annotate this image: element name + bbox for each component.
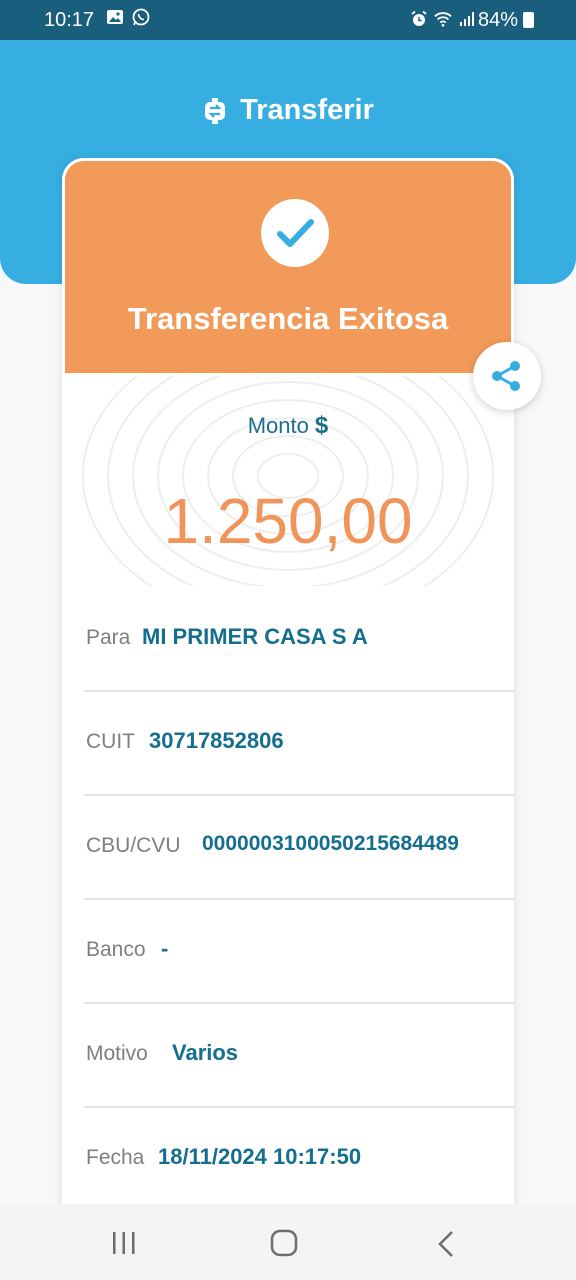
detail-label: Motivo (86, 1042, 148, 1065)
detail-row-banco: Banco - (84, 900, 514, 1004)
transfer-icon (205, 97, 226, 124)
battery-percent: 84% (477, 9, 518, 31)
page-title: Transferir (0, 94, 576, 127)
detail-row-motivo: Motivo Varios (84, 1004, 514, 1108)
detail-row-cbu: CBU/CVU 0000003100050215684489 (84, 796, 514, 900)
receipt-card: Transferencia Exitosa Monto $ 1.250,00 Pa… (62, 158, 514, 1204)
detail-label: CUIT (86, 730, 135, 753)
detail-value: 30717852806 (149, 728, 284, 753)
detail-value: MI PRIMER CASA S A (142, 624, 368, 649)
detail-row-cuit: CUIT 30717852806 (84, 692, 514, 796)
detail-value: 18/11/2024 10:17:50 (158, 1144, 362, 1169)
battery-icon (523, 12, 534, 28)
home-icon[interactable] (270, 1229, 298, 1257)
signal-icon (460, 12, 474, 26)
success-title: Transferencia Exitosa (127, 301, 449, 336)
system-nav-bar (0, 1204, 576, 1280)
success-banner: Transferencia Exitosa (62, 158, 514, 376)
back-icon[interactable] (436, 1230, 456, 1258)
share-icon (492, 361, 520, 391)
detail-label: Banco (86, 938, 146, 961)
detail-row-para: Para MI PRIMER CASA S A (84, 588, 514, 692)
status-bar: 10:17 84% (0, 0, 576, 40)
amount-value: 1.250,00 (163, 485, 413, 557)
detail-value: Varios (172, 1040, 239, 1065)
detail-value: - (161, 936, 169, 961)
wifi-icon (434, 12, 452, 27)
currency-symbol: $ (314, 412, 329, 439)
alarm-icon (411, 10, 427, 26)
whatsapp-icon (132, 8, 150, 26)
header-title-text: Transferir (240, 94, 374, 126)
detail-label: Para (86, 626, 131, 649)
status-time: 10:17 (44, 9, 95, 31)
gallery-icon (107, 10, 123, 24)
detail-label: CBU/CVU (86, 834, 181, 857)
checkmark-icon (261, 199, 329, 267)
detail-value: 0000003100050215684489 (202, 832, 459, 855)
share-button[interactable] (473, 342, 541, 410)
detail-label: Fecha (86, 1146, 145, 1169)
amount-label: Monto $ (62, 412, 514, 440)
detail-row-fecha: Fecha 18/11/2024 10:17:50 (84, 1108, 514, 1204)
recent-apps-icon[interactable] (110, 1230, 138, 1256)
amount-label-text: Monto (247, 413, 309, 438)
details-list: Para MI PRIMER CASA S A CUIT 30717852806… (62, 588, 514, 1204)
